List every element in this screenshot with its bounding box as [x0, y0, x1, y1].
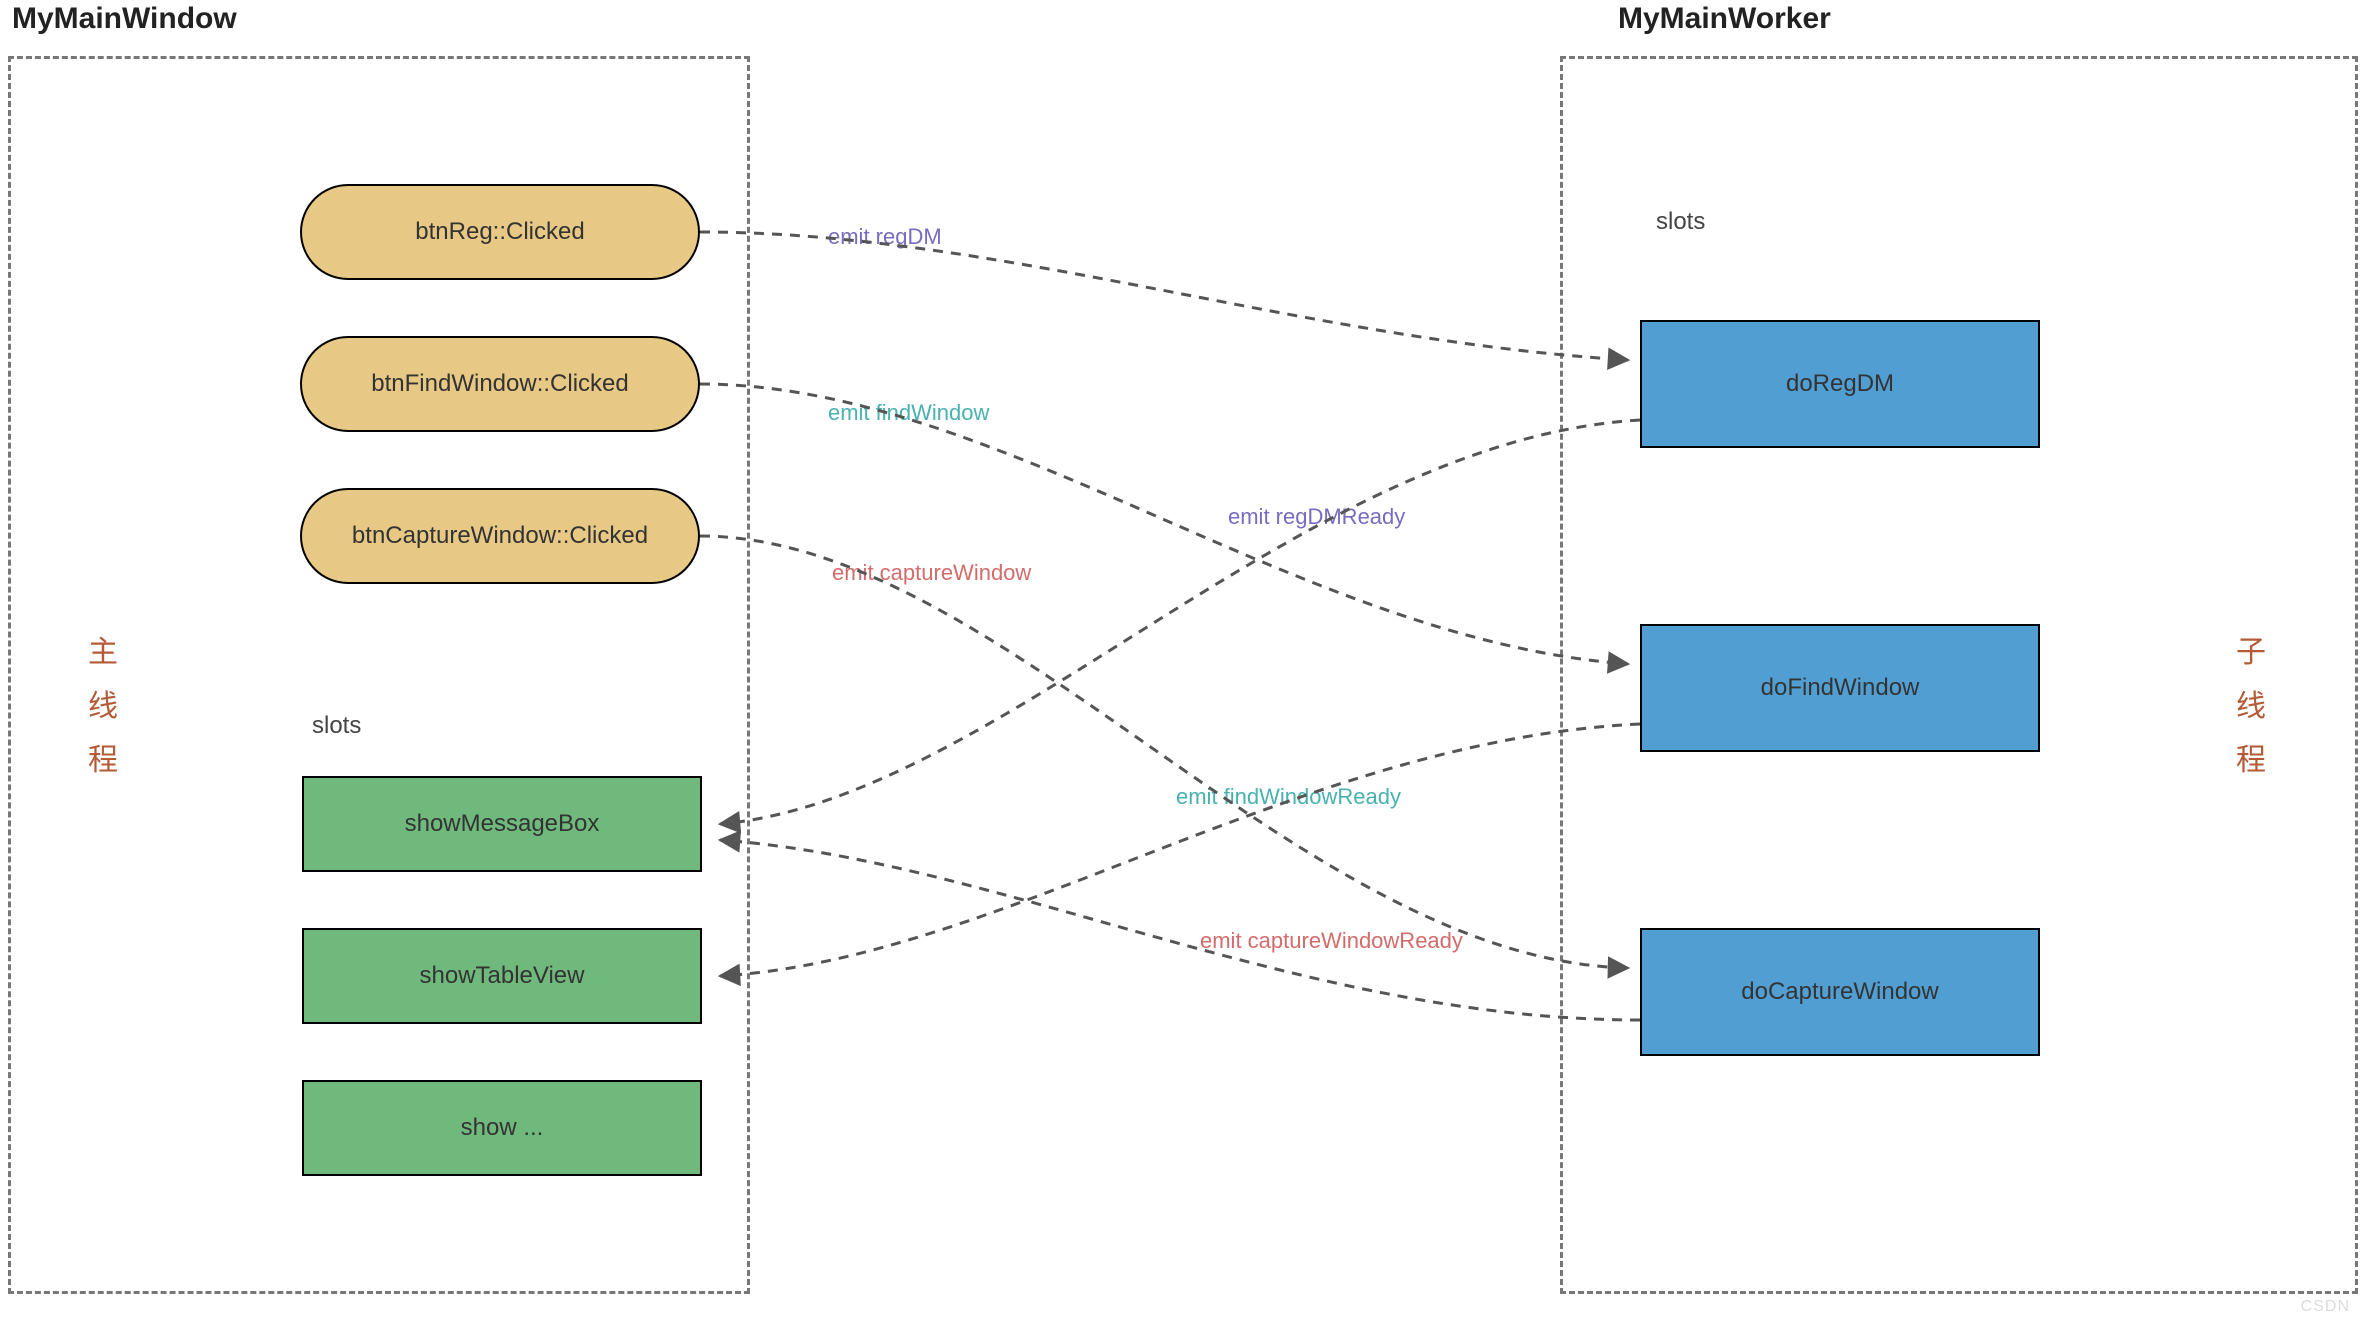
right-side-label: 子 线 程 — [2236, 626, 2266, 788]
label-emit-regdmready: emit regDMReady — [1228, 504, 1405, 530]
watermark: CSDN — [2301, 1298, 2350, 1316]
label-emit-findwindowready: emit findWindowReady — [1176, 784, 1401, 810]
conn-doregdm-to-showmessagebox — [720, 420, 1640, 824]
conn-btnreg-to-doregdm — [700, 232, 1628, 360]
left-slots-label: slots — [312, 712, 361, 740]
conn-dofindwindow-to-showtableview — [720, 724, 1640, 976]
label-emit-regdm: emit regDM — [828, 224, 942, 250]
slot-dofindwindow: doFindWindow — [1640, 624, 2040, 752]
btn-reg-clicked: btnReg::Clicked — [300, 184, 700, 280]
slot-docapturewindow: doCaptureWindow — [1640, 928, 2040, 1056]
label-emit-capturewindowready: emit captureWindowReady — [1200, 928, 1463, 954]
left-title: MyMainWindow — [12, 2, 237, 36]
diagram-canvas: MyMainWindow MyMainWorker 主 线 程 子 线 程 bt… — [0, 0, 2366, 1328]
slot-showmessagebox: showMessageBox — [302, 776, 702, 872]
btn-capturewindow-clicked: btnCaptureWindow::Clicked — [300, 488, 700, 584]
conn-docapturewindow-to-showmessagebox — [720, 840, 1640, 1020]
btn-findwindow-clicked: btnFindWindow::Clicked — [300, 336, 700, 432]
slot-doregdm: doRegDM — [1640, 320, 2040, 448]
label-emit-capturewindow: emit captureWindow — [832, 560, 1031, 586]
slot-showtableview: showTableView — [302, 928, 702, 1024]
right-title: MyMainWorker — [1618, 2, 1831, 36]
left-side-label: 主 线 程 — [88, 626, 118, 788]
right-slots-label: slots — [1656, 208, 1705, 236]
label-emit-findwindow: emit findWindow — [828, 400, 989, 426]
conn-btnfind-to-dofindwindow — [700, 384, 1628, 664]
slot-showmore: show ... — [302, 1080, 702, 1176]
conn-btncapture-to-docapturewindow — [700, 536, 1628, 968]
